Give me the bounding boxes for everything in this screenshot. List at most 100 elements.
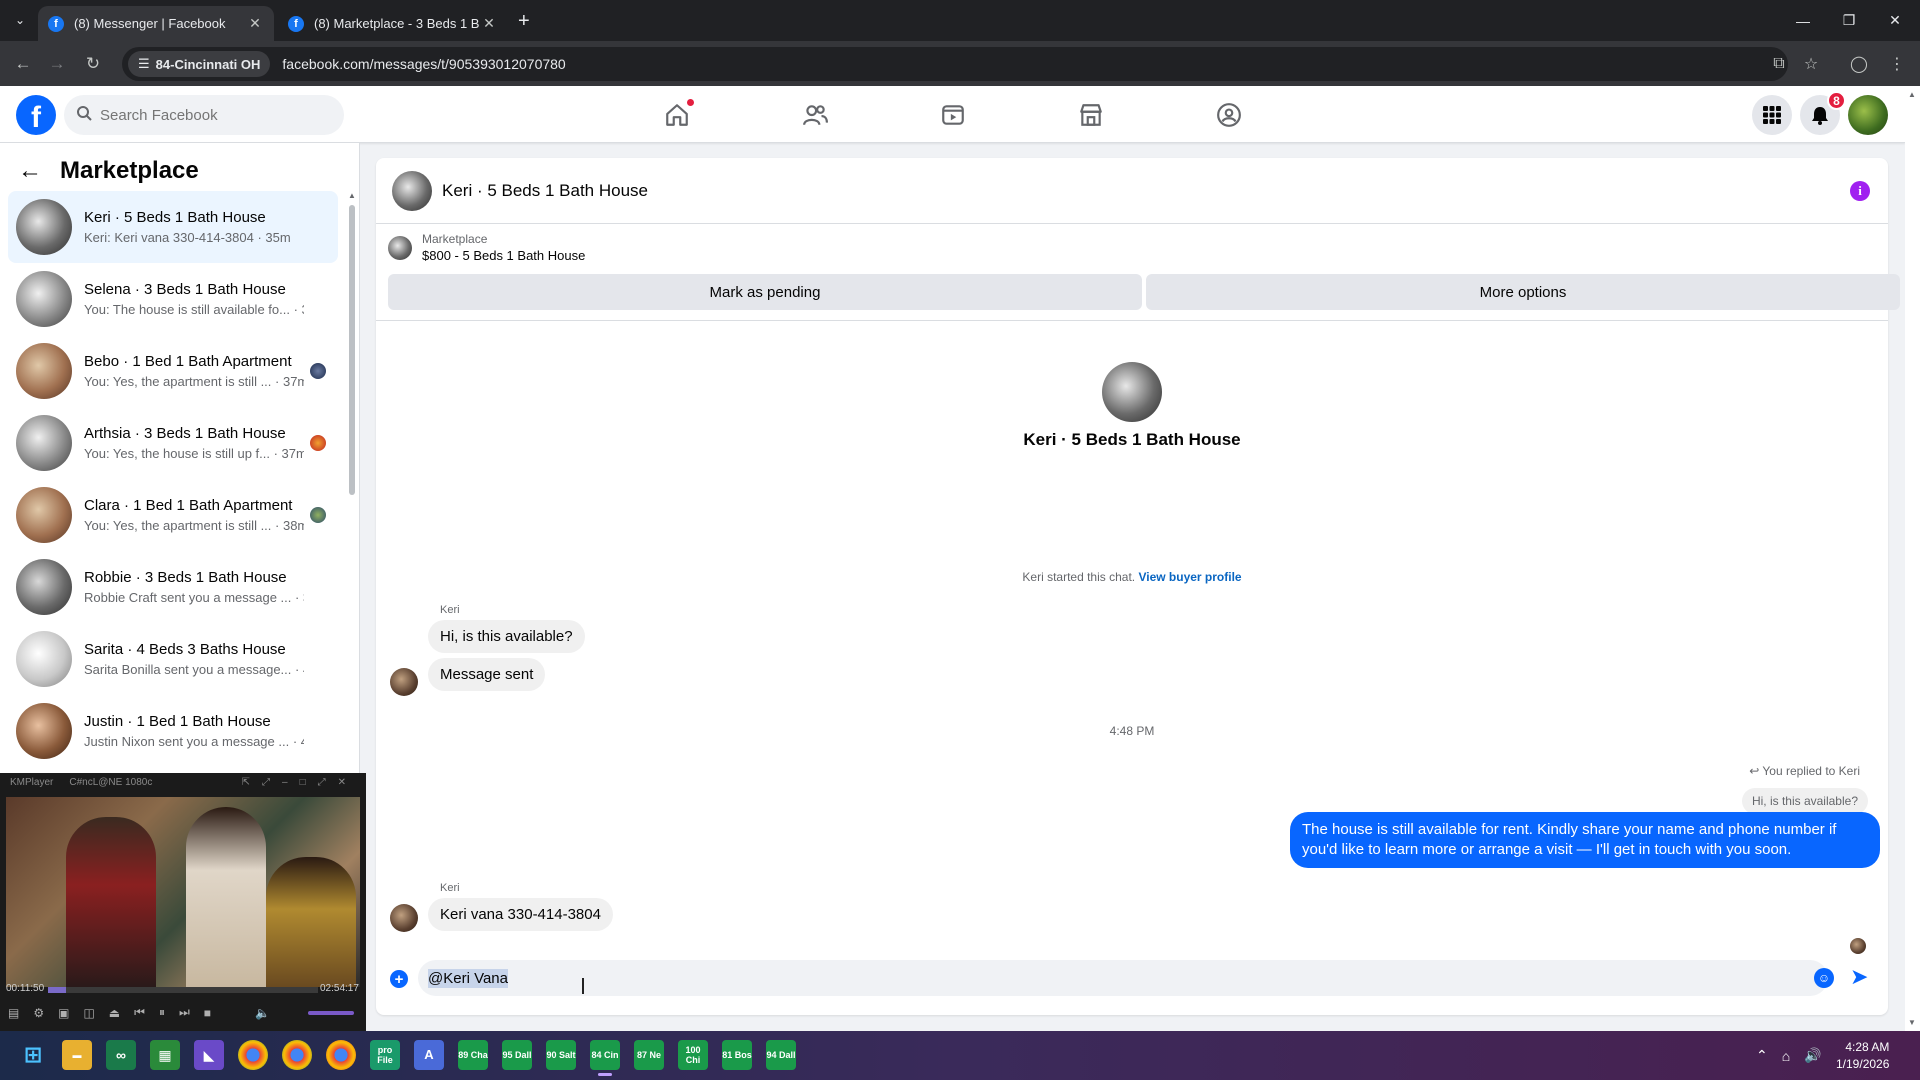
previous-icon[interactable]: ⏮ — [134, 1005, 145, 1020]
next-icon[interactable]: ⏭ — [179, 1005, 190, 1020]
close-tab-icon[interactable]: ✕ — [480, 15, 498, 32]
conversation-item[interactable]: Clara · 1 Bed 1 Bath Apartment You: Yes, … — [8, 479, 338, 551]
nav-home[interactable] — [622, 92, 732, 138]
address-bar[interactable]: ☰ 84-Cincinnati OH facebook.com/messages… — [122, 47, 1788, 81]
notifications-button[interactable]: 8 — [1800, 91, 1846, 135]
install-app-icon[interactable]: ⧉ — [1766, 51, 1792, 77]
kmplayer-titlebar[interactable]: KMPlayer C#ncL@NE 1080c ⇱⤢–□⤢✕ — [0, 773, 366, 791]
chrome-icon[interactable] — [238, 1040, 268, 1070]
menu-grid-button[interactable] — [1752, 95, 1792, 135]
conversation-item[interactable]: Bebo · 1 Bed 1 Bath Apartment You: Yes, t… — [8, 335, 338, 407]
tab-marketplace[interactable]: f (8) Marketplace - 3 Beds 1 Bath ✕ — [278, 6, 508, 41]
pause-icon[interactable]: ⏸ — [159, 1005, 165, 1020]
menu-kebab-icon[interactable]: ⋮ — [1884, 51, 1910, 77]
visual-studio-icon[interactable]: ◣ — [194, 1040, 224, 1070]
bookmark-star-icon[interactable]: ☆ — [1798, 51, 1824, 77]
taskbar-app[interactable]: 90 Salt — [546, 1040, 576, 1070]
forward-icon[interactable]: → — [44, 51, 70, 77]
nav-marketplace[interactable] — [1036, 92, 1146, 138]
chat-title[interactable]: Keri · 5 Beds 1 Bath House — [442, 181, 648, 201]
taskbar-app[interactable]: 95 Dall — [502, 1040, 532, 1070]
profile-icon[interactable]: ◯ — [1846, 51, 1872, 77]
video-frame[interactable] — [6, 797, 360, 987]
taskbar-app[interactable]: 100 Chi — [678, 1040, 708, 1070]
taskbar-app[interactable]: 81 Bos — [722, 1040, 752, 1070]
close-tab-icon[interactable]: ✕ — [246, 15, 264, 32]
site-info-chip[interactable]: ☰ 84-Cincinnati OH — [128, 51, 271, 77]
incoming-message[interactable]: Hi, is this available? — [428, 620, 585, 653]
new-tab-icon[interactable]: + — [518, 10, 530, 33]
spreadsheet-icon[interactable]: ▦ — [150, 1040, 180, 1070]
back-arrow-icon[interactable]: ← — [18, 157, 42, 185]
page-scrollbar[interactable]: ▲ ▼ — [1905, 86, 1920, 1031]
sidebar-scrollbar[interactable]: ▲ — [348, 191, 356, 651]
outgoing-message[interactable]: The house is still available for rent. K… — [1290, 812, 1880, 868]
nav-friends[interactable] — [760, 92, 870, 138]
conversation-item[interactable]: Keri · 5 Beds 1 Bath House Keri: Keri van… — [8, 191, 338, 263]
network-icon[interactable]: ⌂ — [1782, 1048, 1790, 1064]
incoming-message[interactable]: Keri vana 330-414-3804 — [428, 898, 613, 931]
close-window-icon[interactable]: ✕ — [1872, 0, 1918, 41]
more-options-button[interactable]: More options — [1146, 274, 1900, 310]
taskbar-app[interactable]: 89 Cha — [458, 1040, 488, 1070]
reload-icon[interactable]: ↻ — [80, 51, 106, 77]
back-icon[interactable]: ← — [10, 51, 36, 77]
volume-icon[interactable]: 🔈 — [255, 1006, 270, 1020]
taskbar-clock[interactable]: 4:28 AM 1/19/2026 — [1836, 1039, 1889, 1073]
chrome-icon[interactable] — [326, 1040, 356, 1070]
app-infinity-icon[interactable]: ∞ — [106, 1040, 136, 1070]
account-avatar[interactable] — [1848, 95, 1888, 135]
scrollbar-thumb[interactable] — [349, 205, 355, 495]
info-icon[interactable]: i — [1850, 181, 1870, 201]
scroll-up-icon[interactable]: ▲ — [348, 191, 356, 200]
translate-icon[interactable]: A — [414, 1040, 444, 1070]
scroll-up-icon[interactable]: ▲ — [1908, 90, 1916, 99]
conversation-item[interactable]: Arthsia · 3 Beds 1 Bath House You: Yes, t… — [8, 407, 338, 479]
taskbar-app[interactable]: 87 Ne — [634, 1040, 664, 1070]
emoji-icon[interactable]: ☺ — [1814, 968, 1834, 988]
seek-bar[interactable] — [48, 987, 318, 993]
listing-summary[interactable]: Marketplace $800 - 5 Beds 1 Bath House — [388, 232, 585, 263]
conversation-item[interactable]: Robbie · 3 Beds 1 Bath House Robbie Craft… — [8, 551, 338, 623]
send-icon[interactable]: ➤ — [1850, 964, 1868, 990]
chat-avatar[interactable] — [392, 170, 432, 211]
sender-avatar[interactable] — [390, 904, 418, 932]
taskbar-app[interactable]: 94 Dall — [766, 1040, 796, 1070]
conversation-item[interactable]: Justin · 1 Bed 1 Bath House Justin Nixon … — [8, 695, 338, 767]
taskbar-app[interactable]: 84 Cin — [590, 1040, 620, 1076]
message-input[interactable]: @Keri Vana — [418, 960, 1828, 996]
speaker-icon[interactable]: 🔊 — [1804, 1047, 1821, 1064]
conversation-item[interactable]: Selena · 3 Beds 1 Bath House You: The hou… — [8, 263, 338, 335]
capture-icon[interactable]: ▣ — [58, 1006, 69, 1020]
stop-icon[interactable]: ■ — [204, 1006, 211, 1020]
eject-icon[interactable]: ⏏ — [109, 1006, 120, 1020]
restore-icon[interactable]: ❐ — [1826, 0, 1872, 41]
kmplayer-window-controls-icon[interactable]: ⇱⤢–□⤢✕ — [242, 777, 358, 788]
conversation-item[interactable]: Sarita · 4 Beds 3 Baths House Sarita Boni… — [8, 623, 338, 695]
start-windows-icon[interactable]: ⊞ — [18, 1040, 48, 1070]
quoted-message[interactable]: Hi, is this available? — [1741, 788, 1868, 814]
incoming-message[interactable]: Message sent — [428, 658, 546, 691]
taskbar-app[interactable]: pro File — [370, 1040, 400, 1070]
view-buyer-profile-link[interactable]: View buyer profile — [1138, 570, 1241, 584]
scroll-down-icon[interactable]: ▼ — [1908, 1018, 1916, 1027]
sender-avatar[interactable] — [390, 668, 418, 696]
settings-icon[interactable]: ⚙ — [33, 1006, 44, 1020]
plus-icon[interactable]: + — [390, 970, 408, 988]
tray-chevron-icon[interactable]: ⌃ — [1756, 1047, 1768, 1064]
mark-pending-button[interactable]: Mark as pending — [388, 274, 1142, 310]
facebook-logo[interactable]: f — [16, 95, 56, 135]
nav-watch[interactable] — [898, 92, 1008, 138]
tab-search-chevron-icon[interactable]: ⌄ — [8, 8, 32, 32]
vr-icon[interactable]: ◫ — [83, 1006, 94, 1020]
facebook-search[interactable] — [64, 95, 344, 135]
tab-messenger[interactable]: f (8) Messenger | Facebook ✕ — [38, 6, 274, 41]
profile-picture[interactable] — [1102, 362, 1162, 422]
nav-groups[interactable] — [1174, 92, 1284, 138]
file-explorer-icon[interactable]: ▬ — [62, 1040, 92, 1070]
chrome-icon[interactable] — [282, 1040, 312, 1070]
playlist-icon[interactable]: ▤ — [8, 1006, 19, 1020]
search-input[interactable] — [100, 106, 320, 124]
minimize-icon[interactable]: — — [1780, 0, 1826, 41]
volume-slider[interactable] — [308, 1011, 354, 1015]
